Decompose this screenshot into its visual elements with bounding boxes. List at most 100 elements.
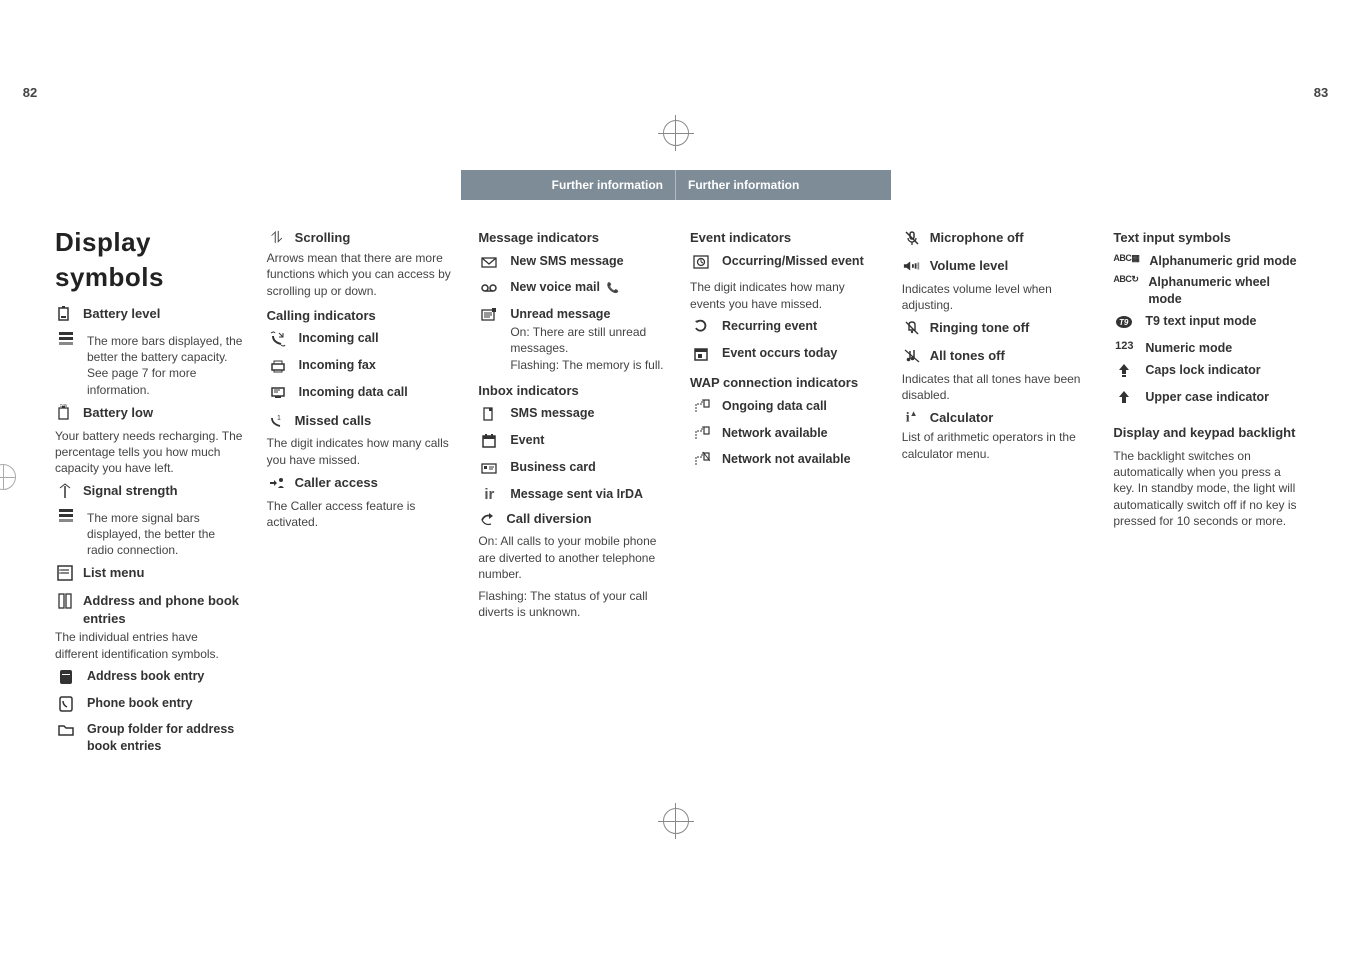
recurring-label: Recurring event (722, 318, 878, 335)
alnum-grid-label: Alphanumeric grid mode (1149, 253, 1301, 270)
numeric-row: 123 Numeric mode (1113, 340, 1301, 357)
crop-mark-top (663, 120, 689, 146)
column-1: Display symbols Battery level The more b… (55, 225, 243, 924)
call-diversion-flash: Flashing: The status of your call divert… (478, 588, 666, 620)
signal-bars-icon (55, 509, 77, 528)
calculator-icon: i▲ (902, 409, 922, 427)
incoming-data-row: Incoming data call (267, 384, 455, 406)
irda-row: ir Message sent via IrDA (478, 486, 666, 504)
list-menu-heading: List menu (55, 564, 243, 586)
calendar-icon (478, 432, 500, 454)
incoming-call-label: Incoming call (299, 330, 455, 347)
occurring-label: Occurring/Missed event (722, 253, 878, 270)
ring-off-label: Ringing tone off (930, 319, 1090, 337)
phone-entry-icon (55, 695, 77, 717)
net-not-row: Network not available (690, 451, 878, 473)
backlight-desc: The backlight switches on automatically … (1113, 448, 1301, 529)
calc-heading: i▲ Calculator (902, 409, 1090, 427)
bcard-label: Business card (510, 459, 666, 476)
page-title: Display symbols (55, 225, 243, 295)
signal-icon (55, 482, 75, 504)
net-not-available-icon (690, 451, 712, 473)
battery-bars-icon (55, 332, 77, 351)
ring-off-heading: Ringing tone off (902, 319, 1090, 341)
signal-heading: Signal strength (55, 482, 243, 504)
occurring-icon (690, 253, 712, 275)
scrolling-desc: Arrows mean that there are more function… (267, 250, 455, 299)
numeric-icon: 123 (1113, 340, 1135, 353)
header-bar: 82 83 Further information Further inform… (0, 0, 1351, 185)
business-card-icon (478, 459, 500, 481)
incoming-call-row: Incoming call (267, 330, 455, 352)
recurring-icon (690, 318, 712, 340)
address-label: Address and phone book entries (83, 592, 243, 627)
battery-low-icon: 5% (55, 404, 75, 426)
upper-row: Upper case indicator (1113, 389, 1301, 411)
caller-access-label: Caller access (295, 474, 455, 492)
volume-desc: Indicates volume level when adjusting. (902, 281, 1090, 313)
today-icon (690, 345, 712, 367)
irda-icon: ir (478, 486, 500, 504)
calling-indicators-heading: Calling indicators (267, 307, 455, 325)
calc-desc: List of arithmetic operators in the calc… (902, 429, 1090, 461)
upper-label: Upper case indicator (1145, 389, 1301, 406)
numeric-label: Numeric mode (1145, 340, 1301, 357)
crop-mark-bottom (663, 808, 689, 834)
unread-flash-desc: Flashing: The memory is full. (510, 357, 666, 373)
alnum-grid-icon: ABC▦ (1113, 253, 1139, 264)
column-5: Microphone off Volume level Indicates vo… (902, 225, 1090, 924)
missed-calls-heading: 1 Missed calls (267, 412, 455, 434)
scroll-icon: ⥮ (267, 229, 287, 248)
volume-heading: Volume level (902, 257, 1090, 279)
net-avail-row: Network available (690, 425, 878, 447)
upper-icon (1113, 389, 1135, 411)
all-tones-desc: Indicates that all tones have been disab… (902, 371, 1090, 403)
missed-calls-desc: The digit indicates how many calls you h… (267, 435, 455, 467)
battery-low-desc: Your battery needs recharging. The perce… (55, 428, 243, 477)
volume-label: Volume level (930, 257, 1090, 275)
address-entry-label: Address book entry (87, 668, 243, 685)
battery-level-desc: The more bars displayed, the better the … (87, 333, 243, 398)
net-available-icon (690, 425, 712, 447)
column-3: Message indicators New SMS message New v… (478, 225, 666, 924)
t9-icon: T9 (1113, 313, 1135, 335)
battery-low-heading: 5% Battery low (55, 404, 243, 426)
list-menu-icon (55, 564, 75, 586)
battery-icon (55, 305, 75, 327)
calc-label: Calculator (930, 409, 1090, 427)
call-diversion-heading: Call diversion (478, 510, 666, 532)
sms-icon (478, 405, 500, 427)
all-tones-label: All tones off (930, 347, 1090, 365)
signal-label: Signal strength (83, 482, 243, 500)
unread-label: Unread message (510, 306, 666, 323)
wap-heading: WAP connection indicators (690, 374, 878, 392)
scrolling-label: Scrolling (295, 229, 455, 247)
new-sms-row: New SMS message (478, 253, 666, 275)
diversion-icon (478, 510, 498, 532)
address-icon (55, 592, 75, 614)
event-label: Event (510, 432, 666, 449)
caps-row: Caps lock indicator (1113, 362, 1301, 384)
alnum-wheel-row: ABC↻ Alphanumeric wheel mode (1113, 274, 1301, 308)
text-input-heading: Text input symbols (1113, 229, 1301, 247)
battery-level-label: Battery level (83, 305, 243, 323)
unread-on-desc: On: There are still unread messages. (510, 324, 666, 356)
address-entry-row: Address book entry (55, 668, 243, 690)
group-entry-row: Group folder for address book entries (55, 721, 243, 755)
list-menu-label: List menu (83, 564, 243, 582)
address-entry-icon (55, 668, 77, 690)
today-label: Event occurs today (722, 345, 878, 362)
occurring-row: Occurring/Missed event (690, 253, 878, 275)
today-row: Event occurs today (690, 345, 878, 367)
all-tones-icon (902, 347, 922, 369)
recurring-row: Recurring event (690, 318, 878, 340)
alnum-wheel-icon: ABC↻ (1113, 274, 1138, 285)
battery-level-heading: Battery level (55, 305, 243, 327)
data-call-icon (267, 384, 289, 406)
t9-label: T9 text input mode (1145, 313, 1301, 330)
mic-off-heading: Microphone off (902, 229, 1090, 251)
caps-label: Caps lock indicator (1145, 362, 1301, 379)
phone-entry-label: Phone book entry (87, 695, 243, 712)
page-number-right: 83 (1291, 84, 1351, 102)
incoming-fax-label: Incoming fax (299, 357, 455, 374)
